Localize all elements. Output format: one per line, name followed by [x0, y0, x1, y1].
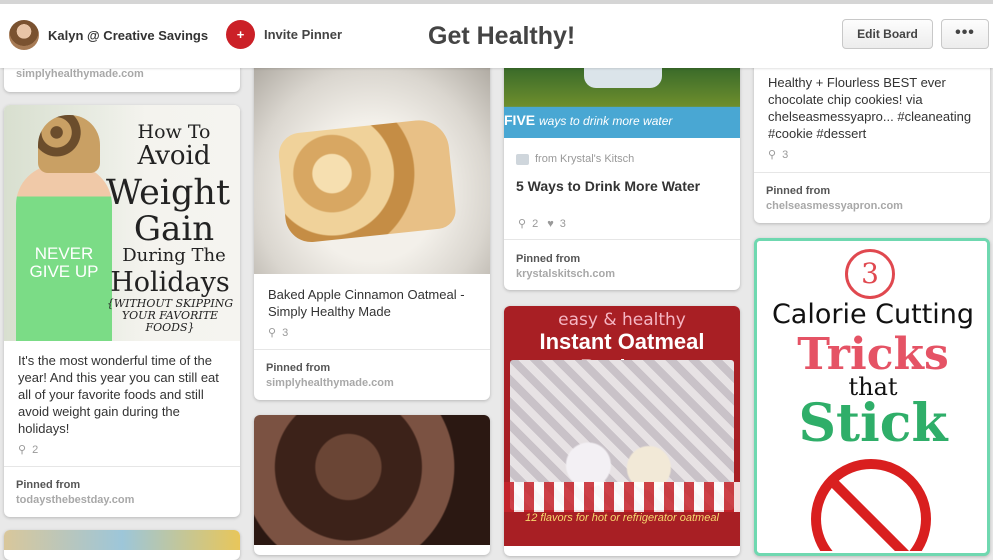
heart-icon: ♥ — [547, 218, 554, 230]
image-text: FIVE ways to drink more water — [504, 112, 673, 128]
pin-card[interactable]: Baked Apple Cinnamon Oatmeal - Simply He… — [254, 40, 490, 400]
image-text: {WITHOUT SKIPPING YOUR FAVORITE FOODS} — [106, 297, 234, 334]
edit-board-button[interactable]: Edit Board — [842, 19, 933, 49]
image-text: Gain — [133, 209, 215, 249]
pin-stats: ⚲ 3 — [268, 326, 294, 339]
pin-card[interactable]: 3 Calorie Cutting Tricks that Stick — [754, 238, 990, 556]
pinned-from-label: Pinned from — [766, 185, 831, 197]
add-person-icon[interactable]: + — [226, 20, 255, 49]
pin-stats: ⚲ 2 ♥ 3 — [518, 217, 572, 230]
pin-card[interactable]: FIVE ways to drink more water from Kryst… — [504, 40, 740, 290]
page-title: Get Healthy! — [428, 22, 576, 50]
pin-image[interactable]: easy & healthy Instant Oatmeal Packets 1… — [504, 306, 740, 546]
oatmeal-slice — [276, 117, 458, 245]
image-text: During The — [122, 245, 226, 266]
repin-count[interactable]: 2 — [32, 444, 38, 456]
pin-source[interactable]: simplyhealthymade.com — [266, 377, 394, 389]
divider — [254, 349, 490, 350]
shirt-text: NEVER GIVE UP — [29, 244, 99, 281]
owner-name[interactable]: Kalyn @ Creative Savings — [48, 28, 208, 43]
more-options-button[interactable]: ••• — [941, 19, 989, 49]
pin-description: Healthy + Flourless BEST ever chocolate … — [768, 75, 972, 141]
image-text: easy & healthy — [558, 310, 686, 330]
image-text: How To — [137, 121, 211, 143]
divider — [754, 172, 990, 173]
pin-image[interactable] — [4, 530, 240, 550]
pin-image[interactable]: FIVE ways to drink more water — [504, 68, 740, 138]
pin-icon: ⚲ — [768, 149, 777, 161]
image-text: Avoid — [137, 141, 211, 171]
pin-attribution[interactable]: from Krystal's Kitsch — [516, 153, 634, 165]
invite-pinner-label[interactable]: Invite Pinner — [264, 27, 342, 42]
pin-stats: ⚲ 3 — [768, 148, 794, 161]
no-fast-food-icon — [811, 459, 931, 551]
pin-image[interactable]: 3 Calorie Cutting Tricks that Stick — [757, 241, 987, 551]
avatar[interactable] — [9, 20, 39, 50]
pin-icon: ⚲ — [18, 444, 27, 456]
pin-title[interactable]: 5 Ways to Drink More Water — [516, 178, 726, 195]
pin-stats: ⚲ 2 — [18, 443, 44, 456]
repin-count[interactable]: 3 — [782, 149, 788, 161]
board-header: Kalyn @ Creative Savings + Invite Pinner… — [0, 0, 993, 68]
image-text: 3 — [845, 249, 895, 299]
pin-image[interactable] — [254, 415, 490, 545]
divider — [504, 239, 740, 240]
divider — [4, 466, 240, 467]
pin-description: It's the most wonderful time of the year… — [18, 353, 219, 436]
pin-source[interactable]: krystalskitsch.com — [516, 268, 615, 280]
board-owner[interactable]: Kalyn @ Creative Savings — [9, 20, 208, 50]
repin-count[interactable]: 3 — [282, 327, 288, 339]
image-text: 12 flavors for hot or refrigerator oatme… — [525, 512, 719, 524]
pin-source[interactable]: simplyhealthymade.com — [16, 68, 144, 80]
pin-card[interactable] — [4, 530, 240, 560]
pinned-from-label: Pinned from — [16, 479, 81, 491]
image-text: Holidays — [110, 267, 230, 298]
checkered-cloth — [504, 482, 740, 512]
repin-count[interactable]: 2 — [532, 218, 538, 230]
pin-description: Baked Apple Cinnamon Oatmeal - Simply He… — [268, 287, 465, 319]
pin-card[interactable]: easy & healthy Instant Oatmeal Packets 1… — [504, 306, 740, 556]
image-text: Calorie Cutting — [771, 299, 975, 330]
pin-image[interactable]: NEVER GIVE UP How To Avoid Weight Gain D… — [4, 105, 240, 341]
pin-icon: ⚲ — [518, 218, 527, 230]
pin-source[interactable]: chelseasmessyapron.com — [766, 200, 903, 212]
pin-image[interactable] — [254, 68, 490, 274]
invite-pinner-button[interactable]: + Invite Pinner — [226, 20, 342, 49]
leopard-hat — [38, 115, 100, 173]
pinned-from-label: Pinned from — [516, 253, 581, 265]
pinned-from-label: Pinned from — [266, 362, 331, 374]
pin-icon: ⚲ — [268, 327, 277, 339]
pin-card[interactable] — [254, 415, 490, 555]
jar-lid — [584, 68, 662, 88]
mail-icon — [516, 153, 529, 165]
pin-card[interactable]: NEVER GIVE UP How To Avoid Weight Gain D… — [4, 105, 240, 517]
like-count[interactable]: 3 — [560, 218, 566, 230]
image-text: Weight — [105, 173, 231, 213]
image-text: Stick — [798, 393, 948, 454]
pin-source[interactable]: todaysthebestday.com — [16, 494, 134, 506]
